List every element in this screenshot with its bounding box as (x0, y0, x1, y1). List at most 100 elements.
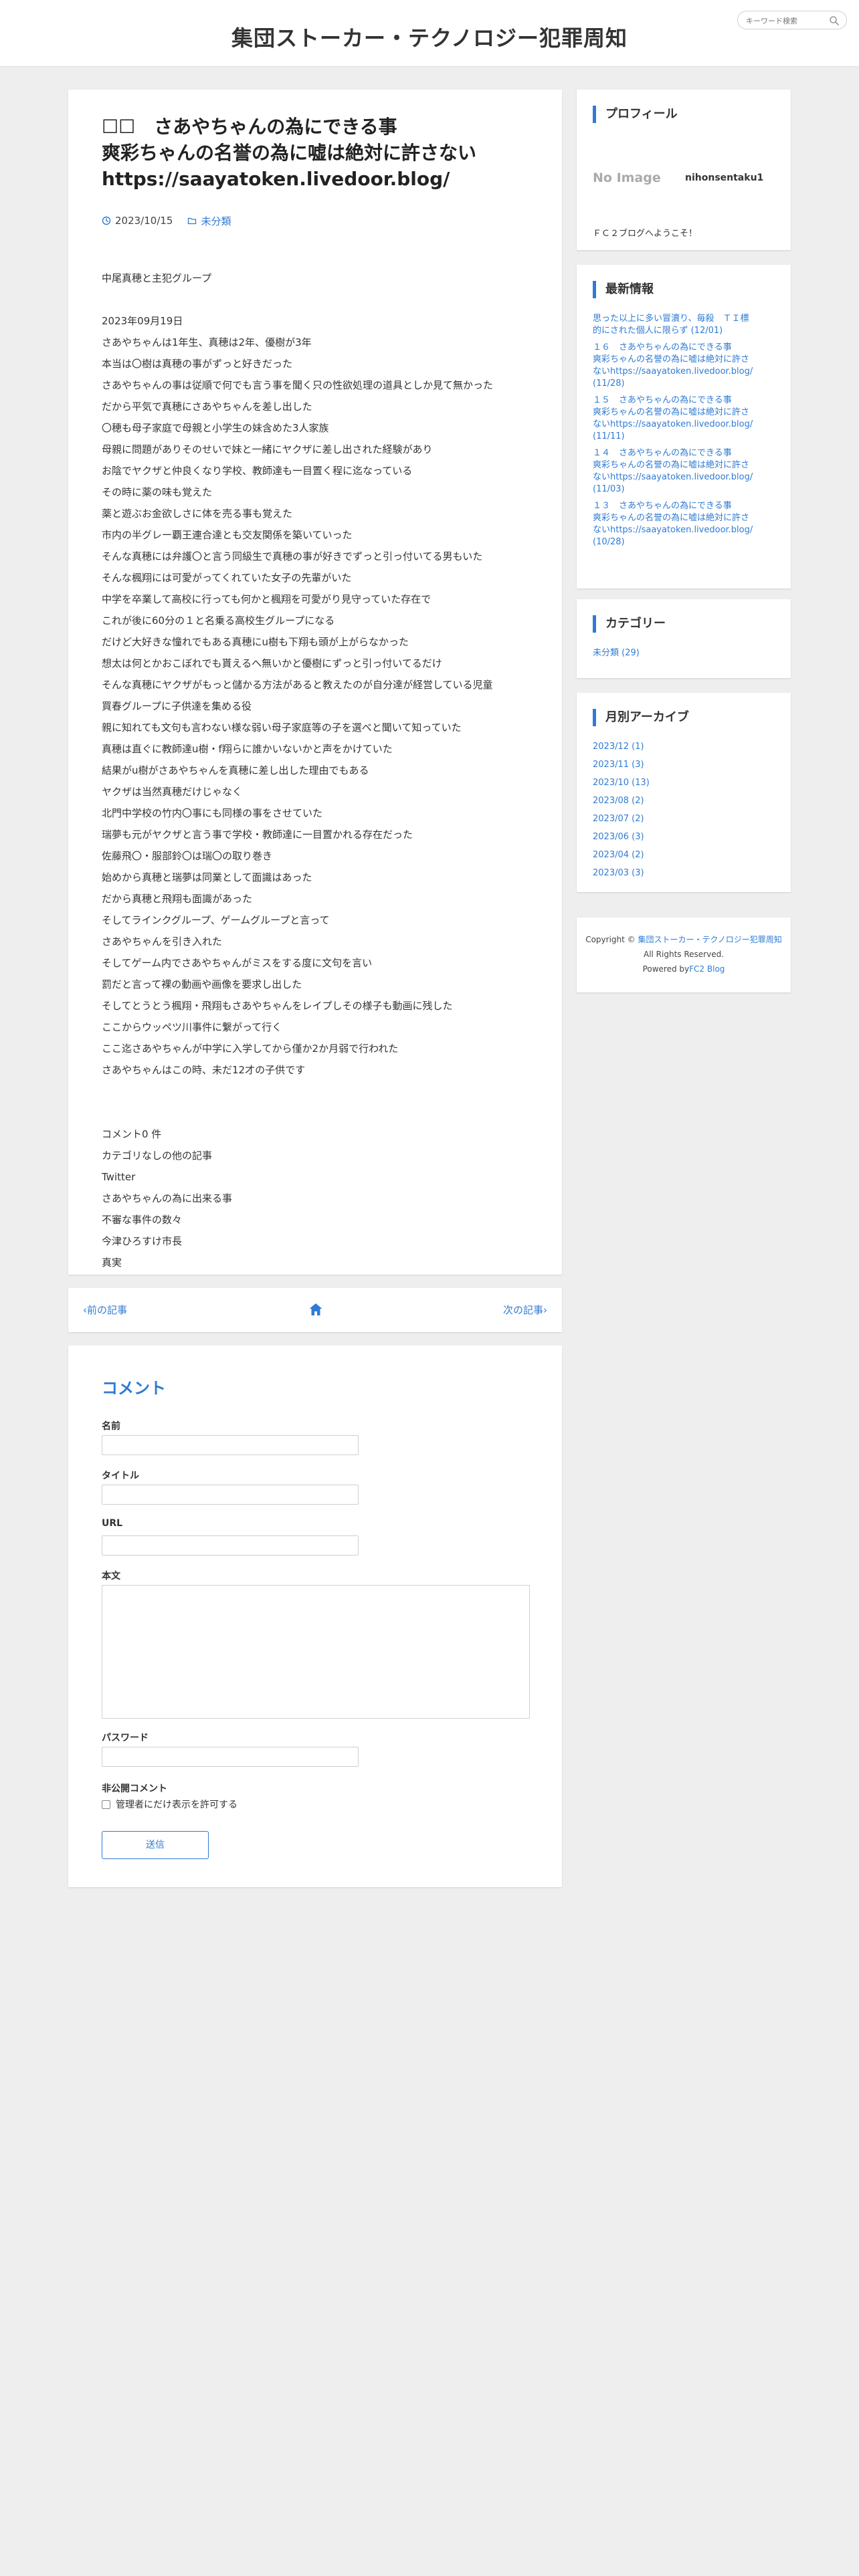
recent-entry-line[interactable]: ないhttps://saayatoken.livedoor.blog/ (593, 366, 780, 378)
recent-entry-line[interactable]: (11/28) (593, 378, 780, 390)
entry-body-line: 結果がu樹がさあやちゃんを真穂に差し出した理由でもある (102, 764, 369, 776)
entry-body-line: さあやちゃんはこの時、未だ12才の子供です (102, 1064, 306, 1076)
search-box[interactable] (737, 11, 847, 29)
archive-item[interactable]: 2023/07 (2) (593, 813, 780, 831)
category-item-label[interactable]: 未分類 (29) (593, 647, 780, 659)
home-icon[interactable] (308, 1301, 324, 1317)
entry-meta: 2023/10/15 未分類 (102, 214, 231, 227)
archive-item-label[interactable]: 2023/10 (13) (593, 777, 780, 789)
entry-body-line: さあやちゃんの為に出来る事 (102, 1192, 233, 1204)
private-label: 非公開コメント (102, 1784, 167, 1794)
private-checkbox[interactable] (102, 1800, 110, 1809)
entry-body-line: 2023年09月19日 (102, 315, 183, 327)
entry-body-line: だから真穂と飛翔も面識があった (102, 893, 253, 905)
entry-body-line: 中尾真穂と主犯グループ (102, 272, 212, 284)
entry-body-line: だから平気で真穂にさあやちゃんを差し出した (102, 401, 312, 413)
recent-entry-link[interactable]: １６ さあやちゃんの為にできる事 爽彩ちゃんの名誉の為に嘘は絶対に許さ ないhttp… (593, 342, 780, 390)
password-field[interactable] (102, 1747, 359, 1767)
archive-item-label[interactable]: 2023/08 (2) (593, 795, 780, 807)
archive-item-label[interactable]: 2023/11 (3) (593, 759, 780, 771)
chevron-right-icon: › (543, 1304, 547, 1316)
recent-entry-line[interactable]: 爽彩ちゃんの名誉の為に嘘は絶対に許さ (593, 512, 780, 524)
recent-entry-line[interactable]: (11/03) (593, 484, 780, 496)
entry-body-line: さあやちゃんは1年生、真穂は2年、優樹が3年 (102, 336, 312, 348)
archive-item[interactable]: 2023/12 (1) (593, 741, 780, 759)
archive-item-label[interactable]: 2023/03 (3) (593, 867, 780, 879)
recent-entry-line[interactable]: (11/11) (593, 431, 780, 443)
archive-heading: 月別アーカイブ (593, 709, 689, 726)
recent-entry-link[interactable]: １３ さあやちゃんの為にできる事 爽彩ちゃんの名誉の為に嘘は絶対に許さ ないhttp… (593, 500, 780, 548)
recent-entry-link[interactable]: 思った以上に多い冒瀆り、毎殺 ＴＩ標 的にされた個人に限らず (12/01) (593, 313, 780, 337)
next-entry-label[interactable]: 次の記事 (503, 1304, 543, 1316)
recent-entry-line[interactable]: 爽彩ちゃんの名誉の為に嘘は絶対に許さ (593, 354, 780, 366)
title-label: タイトル (102, 1471, 139, 1481)
archive-item-label[interactable]: 2023/07 (2) (593, 813, 780, 825)
archive-item[interactable]: 2023/06 (3) (593, 831, 780, 849)
recent-entry-link[interactable]: １４ さあやちゃんの為にできる事 爽彩ちゃんの名誉の為に嘘は絶対に許さ ないhttp… (593, 447, 780, 496)
clock-icon (102, 216, 111, 225)
recent-entry-line[interactable]: ないhttps://saayatoken.livedoor.blog/ (593, 419, 780, 431)
url-field[interactable] (102, 1535, 359, 1555)
entry-body-line: お陰でヤクザと仲良くなり学校、教師達も一目置く程に迄なっている (102, 465, 413, 477)
archive-list: 2023/12 (1) 2023/11 (3) 2023/10 (13) 2023/0… (593, 741, 780, 885)
entry-body-line: ヤクザは当然真穂だけじゃなく (102, 786, 243, 798)
private-checkbox-label[interactable]: 管理者にだけ表示を許可する (116, 1798, 237, 1811)
submit-button[interactable]: 送信 (102, 1831, 209, 1859)
archive-item-label[interactable]: 2023/06 (3) (593, 831, 780, 843)
archive-item-label[interactable]: 2023/12 (1) (593, 741, 780, 753)
entry-body-line: そんな楓翔には可愛がってくれていた女子の先輩がいた (102, 572, 352, 584)
entry-body-line (102, 1102, 543, 1123)
recent-entry-line[interactable]: ないhttps://saayatoken.livedoor.blog/ (593, 524, 780, 536)
recent-entry-line[interactable]: １３ さあやちゃんの為にできる事 (593, 500, 780, 512)
category-item[interactable]: 未分類 (29) (593, 647, 780, 659)
prev-entry-label[interactable]: 前の記事 (87, 1304, 127, 1316)
comment-form: コメント 名前 タイトル URL 本文 パスワード 非公開コメント 管理者にだけ… (68, 1346, 562, 1887)
category-heading: カテゴリー (593, 615, 666, 633)
recent-entry-line[interactable]: １４ さあやちゃんの為にできる事 (593, 447, 780, 459)
private-comment-option[interactable]: 管理者にだけ表示を許可する (102, 1798, 237, 1811)
recent-entry-line[interactable]: 爽彩ちゃんの名誉の為に嘘は絶対に許さ (593, 407, 780, 419)
comment-body-field[interactable] (102, 1585, 530, 1719)
title-field[interactable] (102, 1485, 359, 1505)
entry-title-line: https://saayatoken.livedoor.blog/ (102, 168, 450, 190)
search-input[interactable] (746, 15, 826, 27)
powered-prefix: Powered by (642, 964, 690, 974)
footer-widget: Copyright © 集団ストーカー・テクノロジー犯罪周知 All Right… (577, 918, 791, 992)
entry-body-line: 不審な事件の数々 (102, 1214, 183, 1226)
archive-item[interactable]: 2023/03 (3) (593, 867, 780, 885)
archive-widget: 月別アーカイブ 2023/12 (1) 2023/11 (3) 2023/10 (1… (577, 693, 791, 892)
entry-body-line (102, 289, 543, 310)
entry-body-line: そんな真穂にヤクザがもっと儲かる方法があると教えたのが自分達が経営している児童 (102, 679, 493, 691)
recent-entry-line[interactable]: １６ さあやちゃんの為にできる事 (593, 342, 780, 354)
password-label: パスワード (102, 1733, 149, 1743)
entry-category-label[interactable]: 未分類 (201, 214, 231, 228)
copyright-prefix: Copyright © (585, 935, 636, 944)
category-list: 未分類 (29) (593, 647, 780, 659)
recent-entry-link[interactable]: １５ さあやちゃんの為にできる事 爽彩ちゃんの名誉の為に嘘は絶対に許さ ないhttp… (593, 395, 780, 443)
name-field[interactable] (102, 1435, 359, 1455)
recent-entry-line[interactable]: 思った以上に多い冒瀆り、毎殺 ＴＩ標 (593, 313, 780, 325)
entry-body-line: 真実 (102, 1257, 122, 1269)
entry-category-link[interactable]: 未分類 (187, 214, 231, 228)
entry-body-line: これが後に60分の１と名乗る高校生グループになる (102, 615, 335, 627)
entry-body-line: Twitter (102, 1171, 136, 1183)
archive-item[interactable]: 2023/10 (13) (593, 777, 780, 795)
archive-item[interactable]: 2023/08 (2) (593, 795, 780, 813)
powered-link[interactable]: FC2 Blog (689, 964, 725, 974)
entry-body-line: 本当は〇樹は真穂の事がずっと好きだった (102, 358, 293, 370)
url-label: URL (102, 1518, 123, 1529)
archive-item[interactable]: 2023/04 (2) (593, 849, 780, 867)
search-icon[interactable] (829, 15, 840, 26)
site-title[interactable]: 集団ストーカー・テクノロジー犯罪周知 (0, 21, 859, 52)
recent-entry-line[interactable]: 爽彩ちゃんの名誉の為に嘘は絶対に許さ (593, 459, 780, 471)
archive-item[interactable]: 2023/11 (3) (593, 759, 780, 777)
entry-body: 中尾真穂と主犯グループ 2023年09月19日さあやちゃんは1年生、真穂は2年、優… (102, 267, 543, 1273)
recent-entry-line[interactable]: (10/28) (593, 536, 780, 548)
next-entry-link[interactable]: 次の記事› (503, 1303, 547, 1317)
recent-entry-line[interactable]: １５ さあやちゃんの為にできる事 (593, 395, 780, 407)
archive-item-label[interactable]: 2023/04 (2) (593, 849, 780, 861)
recent-entry-line[interactable]: ないhttps://saayatoken.livedoor.blog/ (593, 471, 780, 484)
prev-entry-link[interactable]: ‹前の記事 (83, 1303, 127, 1317)
recent-entry-line[interactable]: 的にされた個人に限らず (12/01) (593, 325, 780, 337)
copyright-link[interactable]: 集団ストーカー・テクノロジー犯罪周知 (638, 935, 781, 944)
